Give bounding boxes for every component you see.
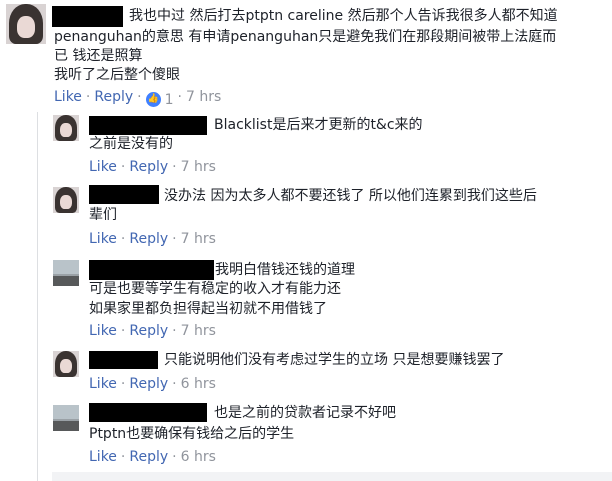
reply-link[interactable]: Reply: [129, 231, 168, 247]
comment-actions: Like · Reply · 7 hrs: [89, 231, 216, 247]
redacted-author-name: [89, 403, 207, 422]
reply-link[interactable]: Reply: [94, 89, 133, 105]
timestamp[interactable]: 7 hrs: [181, 231, 216, 247]
comment-text-line: 也是之前的贷款者记录不好吧: [214, 405, 396, 421]
avatar[interactable]: [53, 187, 79, 213]
avatar[interactable]: [53, 260, 79, 286]
comment-actions: Like · Reply · 7 hrs: [89, 323, 216, 339]
comment-text-line: 如果家里都负担得起当初就不用借钱了: [89, 301, 327, 317]
redacted-author-name: [52, 6, 123, 27]
comment-text-line: 已 钱还是照算: [54, 48, 143, 64]
reply-link[interactable]: Reply: [129, 376, 168, 392]
reply-link[interactable]: Reply: [129, 323, 168, 339]
comment-actions: Like · Reply · 6 hrs: [89, 376, 216, 392]
comment-text-line: Blacklist是后来才更新的t&c来的: [214, 117, 423, 133]
timestamp[interactable]: 6 hrs: [181, 376, 216, 392]
thumbs-up-icon: 👍: [145, 92, 161, 107]
like-link[interactable]: Like: [89, 376, 117, 392]
avatar[interactable]: [53, 351, 79, 377]
like-link[interactable]: Like: [89, 159, 117, 175]
comment-text-line: 可是也要等学生有稳定的收入才有能力还: [89, 281, 341, 297]
avatar[interactable]: [6, 4, 46, 44]
comment-text-line: 之前是没有的: [89, 136, 173, 152]
reply-link[interactable]: Reply: [129, 159, 168, 175]
timestamp[interactable]: 7 hrs: [181, 323, 216, 339]
avatar[interactable]: [53, 115, 79, 141]
avatar[interactable]: [53, 405, 79, 431]
comment-text-line: 只能说明他们没有考虑过学生的立场 只是想要赚钱罢了: [164, 352, 505, 368]
redacted-author-name: [89, 351, 158, 369]
comment-text-line: penanguhan的意思 有申请penanguhan只是避免我们在那段期间被带…: [54, 29, 557, 45]
comment-text-line: 辈们: [89, 207, 117, 223]
like-link[interactable]: Like: [89, 231, 117, 247]
like-link[interactable]: Like: [54, 89, 82, 105]
like-link[interactable]: Like: [89, 323, 117, 339]
timestamp[interactable]: 6 hrs: [181, 449, 216, 465]
like-count[interactable]: 👍 1: [145, 91, 174, 109]
timestamp[interactable]: 7 hrs: [181, 159, 216, 175]
like-link[interactable]: Like: [89, 449, 117, 465]
thread-line: [37, 112, 38, 481]
comment-actions: Like · Reply · 7 hrs: [89, 159, 216, 175]
redacted-author-name: [89, 116, 207, 135]
comment-text-line: 没办法 因为太多人都不要还钱了 所以他们连累到我们这些后: [164, 188, 537, 204]
reply-input-edge[interactable]: [52, 472, 612, 481]
comment-actions: Like · Reply · 6 hrs: [89, 449, 216, 465]
comment-text-line: 我明白借钱还钱的道理: [215, 262, 355, 278]
comment-text-line: Ptptn也要确保有钱给之后的学生: [89, 426, 295, 442]
comment-actions: Like · Reply · 👍 1 · 7 hrs: [54, 89, 222, 109]
comment-text-line: 我听了之后整个傻眼: [54, 67, 180, 83]
reply-link[interactable]: Reply: [129, 449, 168, 465]
redacted-author-name: [89, 260, 214, 280]
redacted-author-name: [89, 185, 159, 204]
comment-text-line: 我也中过 然后打去ptptn careline 然后那个人告诉我很多人都不知道: [129, 8, 558, 24]
timestamp[interactable]: 7 hrs: [186, 89, 221, 105]
